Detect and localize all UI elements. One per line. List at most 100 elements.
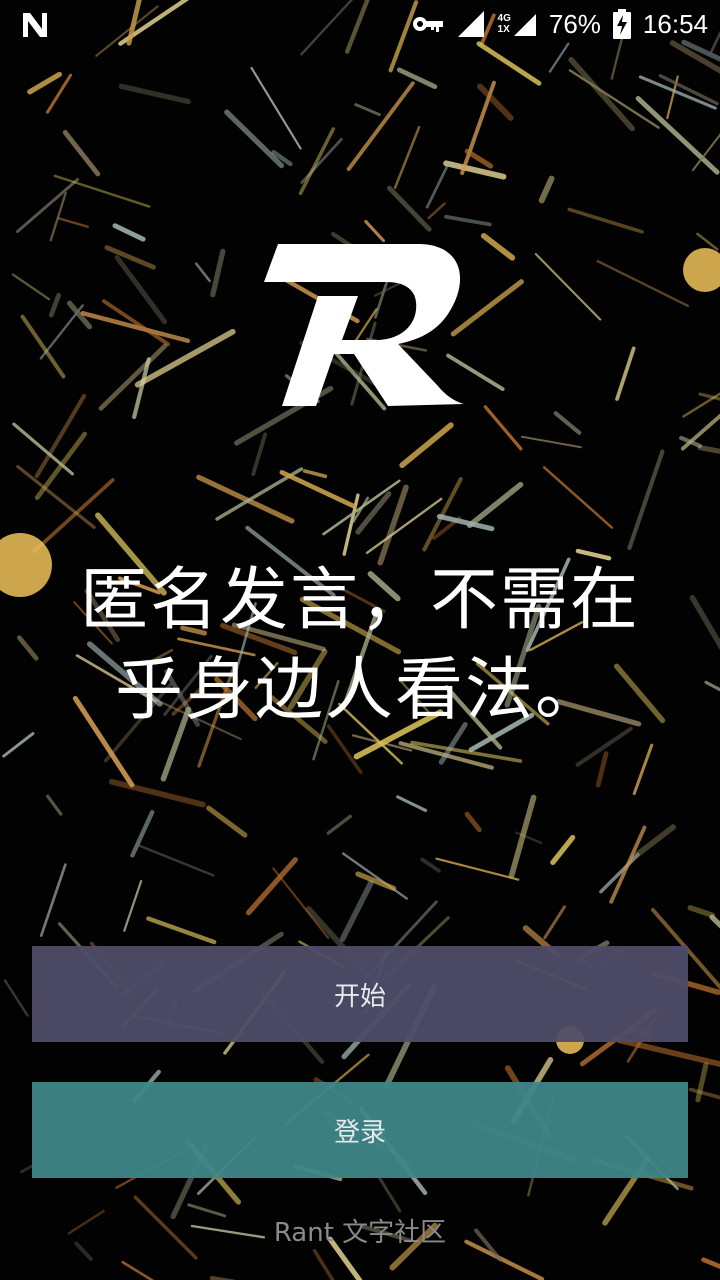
footer-brand: Rant 文字社区 — [273, 1218, 447, 1248]
signal-secondary-icon — [513, 14, 536, 36]
particle-streak — [466, 481, 524, 529]
particle-streak — [135, 843, 215, 877]
particle-streak — [425, 161, 450, 209]
particle-streak — [553, 411, 582, 435]
particle-streak — [272, 867, 330, 939]
particle-streak — [483, 405, 523, 451]
vpn-key-icon — [412, 17, 443, 32]
particle-streak — [194, 262, 211, 283]
particle-streak — [435, 857, 520, 881]
start-button-label: 开始 — [333, 981, 386, 1012]
particle-streak — [567, 207, 644, 234]
particle-streak — [279, 470, 357, 509]
particle-streak — [2, 732, 35, 758]
particle-glow — [683, 248, 720, 292]
particle-streak — [688, 1087, 720, 1100]
particle-streak — [543, 905, 566, 940]
particle-streak — [679, 435, 703, 449]
particle-streak — [11, 273, 51, 301]
particle-streak — [427, 202, 446, 220]
particle-streak — [48, 292, 62, 318]
particle-streak — [542, 466, 614, 529]
particle-streak — [62, 130, 101, 177]
particle-streak — [632, 743, 654, 796]
headline-line-2: 乎身边人看法。 — [114, 651, 605, 730]
particle-streak — [118, 83, 191, 105]
network-1x-label: 1X — [497, 24, 510, 35]
login-button-label: 登录 — [333, 1117, 386, 1148]
particle-streak — [464, 148, 494, 169]
particle-streak — [251, 432, 268, 477]
particle-streak — [609, 825, 647, 904]
particle-streak — [3, 979, 29, 1017]
particle-streak — [520, 435, 582, 449]
particle-streak — [342, 852, 408, 900]
particle-streak — [121, 1260, 155, 1280]
particle-streak — [420, 857, 441, 873]
battery-charging-icon — [612, 9, 631, 39]
particle-streak — [538, 175, 555, 204]
particle-streak — [568, 56, 635, 132]
notification-n-icon — [23, 13, 47, 37]
particle-streak — [46, 794, 63, 816]
particle-streak — [615, 346, 636, 401]
particle-streak — [80, 310, 191, 343]
status-bar: 4G 1X 76% 16:54 — [0, 0, 720, 48]
particle-streak — [638, 75, 717, 110]
login-button[interactable]: 登录 — [32, 1082, 688, 1178]
particle-streak — [250, 66, 302, 150]
particle-streak — [16, 178, 80, 233]
particle-streak — [386, 185, 432, 232]
particle-streak — [396, 67, 438, 90]
particle-streak — [112, 223, 146, 242]
headline-line-1: 匿名发言，不需在 — [79, 561, 640, 640]
particle-streak — [696, 232, 719, 251]
particle-streak — [123, 879, 143, 932]
signal-icon — [457, 11, 484, 37]
particle-streak — [396, 795, 428, 813]
particle-streak — [444, 214, 492, 227]
particle-streak — [550, 834, 576, 866]
particle-streak — [709, 914, 720, 929]
particle-streak — [346, 81, 415, 172]
particle-streak — [302, 469, 328, 479]
particle-streak — [697, 444, 720, 455]
particle-streak — [508, 794, 537, 879]
particle-streak — [476, 41, 542, 86]
particle-streak — [298, 127, 336, 196]
particle-streak — [224, 109, 285, 169]
particle-streak — [20, 314, 66, 379]
particle-streak — [104, 245, 156, 270]
particle-streak — [53, 174, 151, 208]
particle-streak — [326, 814, 352, 835]
particle-streak — [627, 449, 665, 551]
particle-streak — [480, 233, 516, 261]
particle-streak — [393, 125, 421, 189]
particle-streak — [210, 248, 226, 298]
particle-streak — [595, 751, 609, 788]
particle-streak — [339, 880, 374, 942]
mobile-data-icon: 4G 1X — [498, 11, 537, 37]
particle-streak — [422, 477, 463, 552]
particle-streak — [701, 1257, 720, 1270]
particle-streak — [399, 422, 454, 469]
clock: 16:54 — [642, 8, 708, 39]
particle-streak — [687, 905, 716, 918]
particle-streak — [114, 255, 168, 325]
particle-streak — [27, 71, 62, 95]
network-4g-label: 4G — [497, 13, 511, 24]
particle-streak — [443, 160, 507, 180]
r-logo-icon — [264, 244, 464, 406]
particle-streak — [109, 778, 206, 808]
particle-streak — [464, 811, 482, 833]
particle-streak — [354, 103, 381, 117]
start-button[interactable]: 开始 — [32, 946, 688, 1042]
particle-streak — [146, 916, 217, 945]
headline: 匿名发言，不需在 乎身边人看法。 — [0, 556, 720, 736]
app-screen: 4G 1X 76% 16:54 匿名发言，不需在 乎身边人看法。 开始 登录 R… — [0, 0, 720, 1280]
particle-streak — [534, 253, 602, 321]
particle-streak — [596, 260, 689, 307]
particle-streak — [57, 217, 89, 228]
battery-percent: 76% — [548, 8, 601, 39]
particle-streak — [206, 805, 248, 838]
